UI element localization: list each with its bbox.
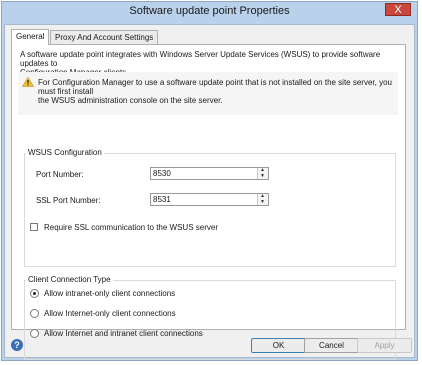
ssl-port-number-value: 8531 — [153, 195, 171, 204]
port-number-value: 8530 — [153, 169, 171, 178]
warning-box: For Configuration Manager to use a softw… — [18, 72, 398, 115]
ok-button[interactable]: OK — [251, 338, 306, 353]
general-tab-panel: A software update point integrates with … — [11, 44, 406, 360]
radio-internet-and-intranet[interactable] — [30, 329, 39, 338]
title-bar[interactable]: Software update point Properties X — [2, 2, 417, 24]
tab-general[interactable]: General — [11, 29, 50, 45]
window-title: Software update point Properties — [129, 5, 290, 17]
port-number-label: Port Number: — [36, 170, 84, 179]
warning-line-2: the WSUS administration console on the s… — [38, 96, 223, 105]
intro-line-1: A software update point integrates with … — [20, 50, 381, 68]
cancel-button[interactable]: Cancel — [304, 338, 359, 353]
warning-line-1: For Configuration Manager to use a softw… — [38, 78, 392, 96]
properties-window: Software update point Properties X Gener… — [1, 1, 418, 361]
radio-internet-only[interactable] — [30, 309, 39, 318]
dialog-client-area: General Proxy And Account Settings A sof… — [4, 24, 415, 360]
port-number-stepper[interactable]: 8530 ▲ ▼ — [150, 167, 269, 180]
close-button[interactable]: X — [385, 3, 411, 16]
require-ssl-label[interactable]: Require SSL communication to the WSUS se… — [44, 223, 218, 232]
require-ssl-checkbox[interactable] — [30, 223, 38, 231]
ssl-port-number-label: SSL Port Number: — [36, 196, 101, 205]
radio-intranet-only-label[interactable]: Allow intranet-only client connections — [44, 289, 175, 298]
apply-button[interactable]: Apply — [357, 338, 412, 353]
warning-icon — [22, 77, 34, 87]
radio-internet-and-intranet-label[interactable]: Allow Internet and intranet client conne… — [44, 329, 203, 338]
client-connection-title: Client Connection Type — [26, 275, 113, 284]
port-number-spin-buttons[interactable]: ▲ ▼ — [257, 168, 268, 179]
help-icon[interactable]: ? — [11, 339, 23, 351]
warning-text: For Configuration Manager to use a softw… — [38, 78, 392, 105]
ssl-port-number-stepper[interactable]: 8531 ▲ ▼ — [150, 193, 269, 206]
wsus-configuration-title: WSUS Configuration — [26, 148, 104, 157]
radio-internet-only-label[interactable]: Allow Internet-only client connections — [44, 309, 176, 318]
tab-proxy-and-account-settings[interactable]: Proxy And Account Settings — [50, 30, 159, 44]
ssl-port-number-spin-buttons[interactable]: ▲ ▼ — [257, 194, 268, 205]
spin-down-icon[interactable]: ▼ — [260, 200, 265, 205]
radio-selected-dot — [33, 292, 36, 295]
spin-down-icon[interactable]: ▼ — [260, 174, 265, 179]
radio-intranet-only[interactable] — [30, 289, 39, 298]
